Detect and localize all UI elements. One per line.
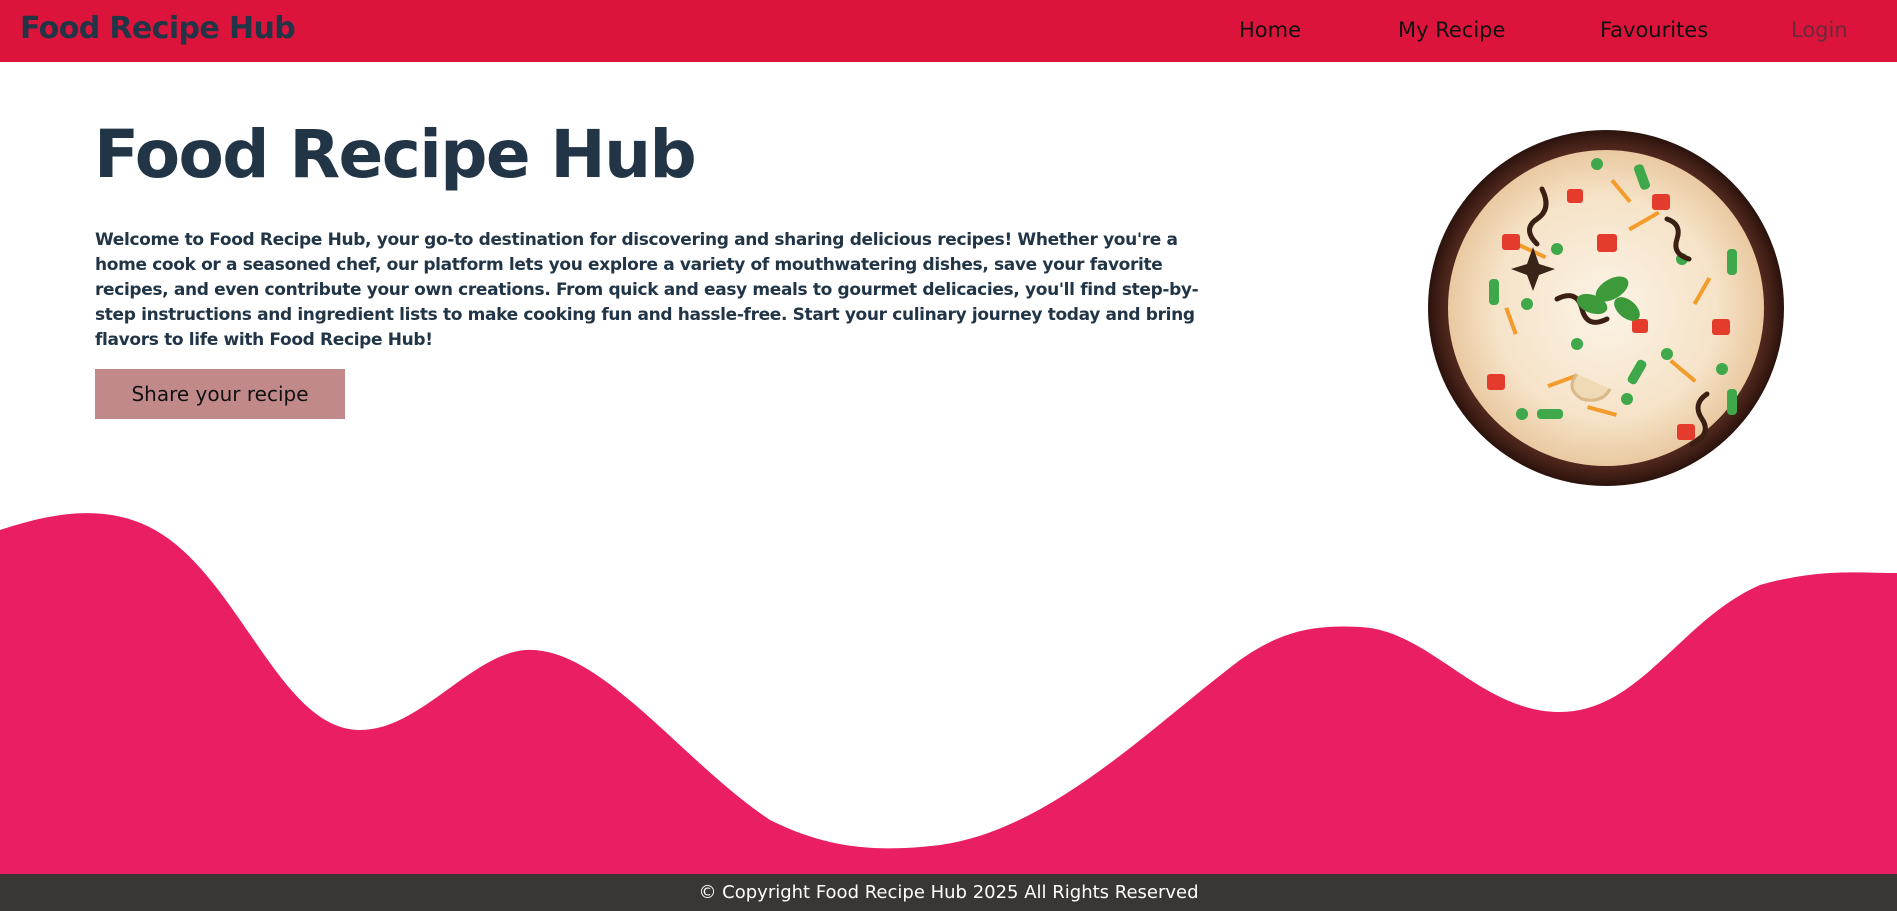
footer: © Copyright Food Recipe Hub 2025 All Rig…: [0, 874, 1897, 911]
share-recipe-button[interactable]: Share your recipe: [95, 369, 345, 419]
biryani-bowl-image: [1428, 130, 1784, 486]
hero-description: Welcome to Food Recipe Hub, your go-to d…: [95, 230, 1199, 350]
nav-home-link[interactable]: Home: [1239, 18, 1301, 42]
nav-login-link[interactable]: Login: [1791, 18, 1848, 42]
nav-my-recipe-link[interactable]: My Recipe: [1398, 18, 1505, 42]
nav-favourites-link[interactable]: Favourites: [1600, 18, 1708, 42]
hero-title: Food Recipe Hub: [94, 116, 697, 193]
copyright-text: © Copyright Food Recipe Hub 2025 All Rig…: [698, 882, 1199, 903]
top-navbar: Food Recipe Hub Home My Recipe Favourite…: [0, 0, 1897, 62]
brand-logo[interactable]: Food Recipe Hub: [20, 11, 296, 46]
